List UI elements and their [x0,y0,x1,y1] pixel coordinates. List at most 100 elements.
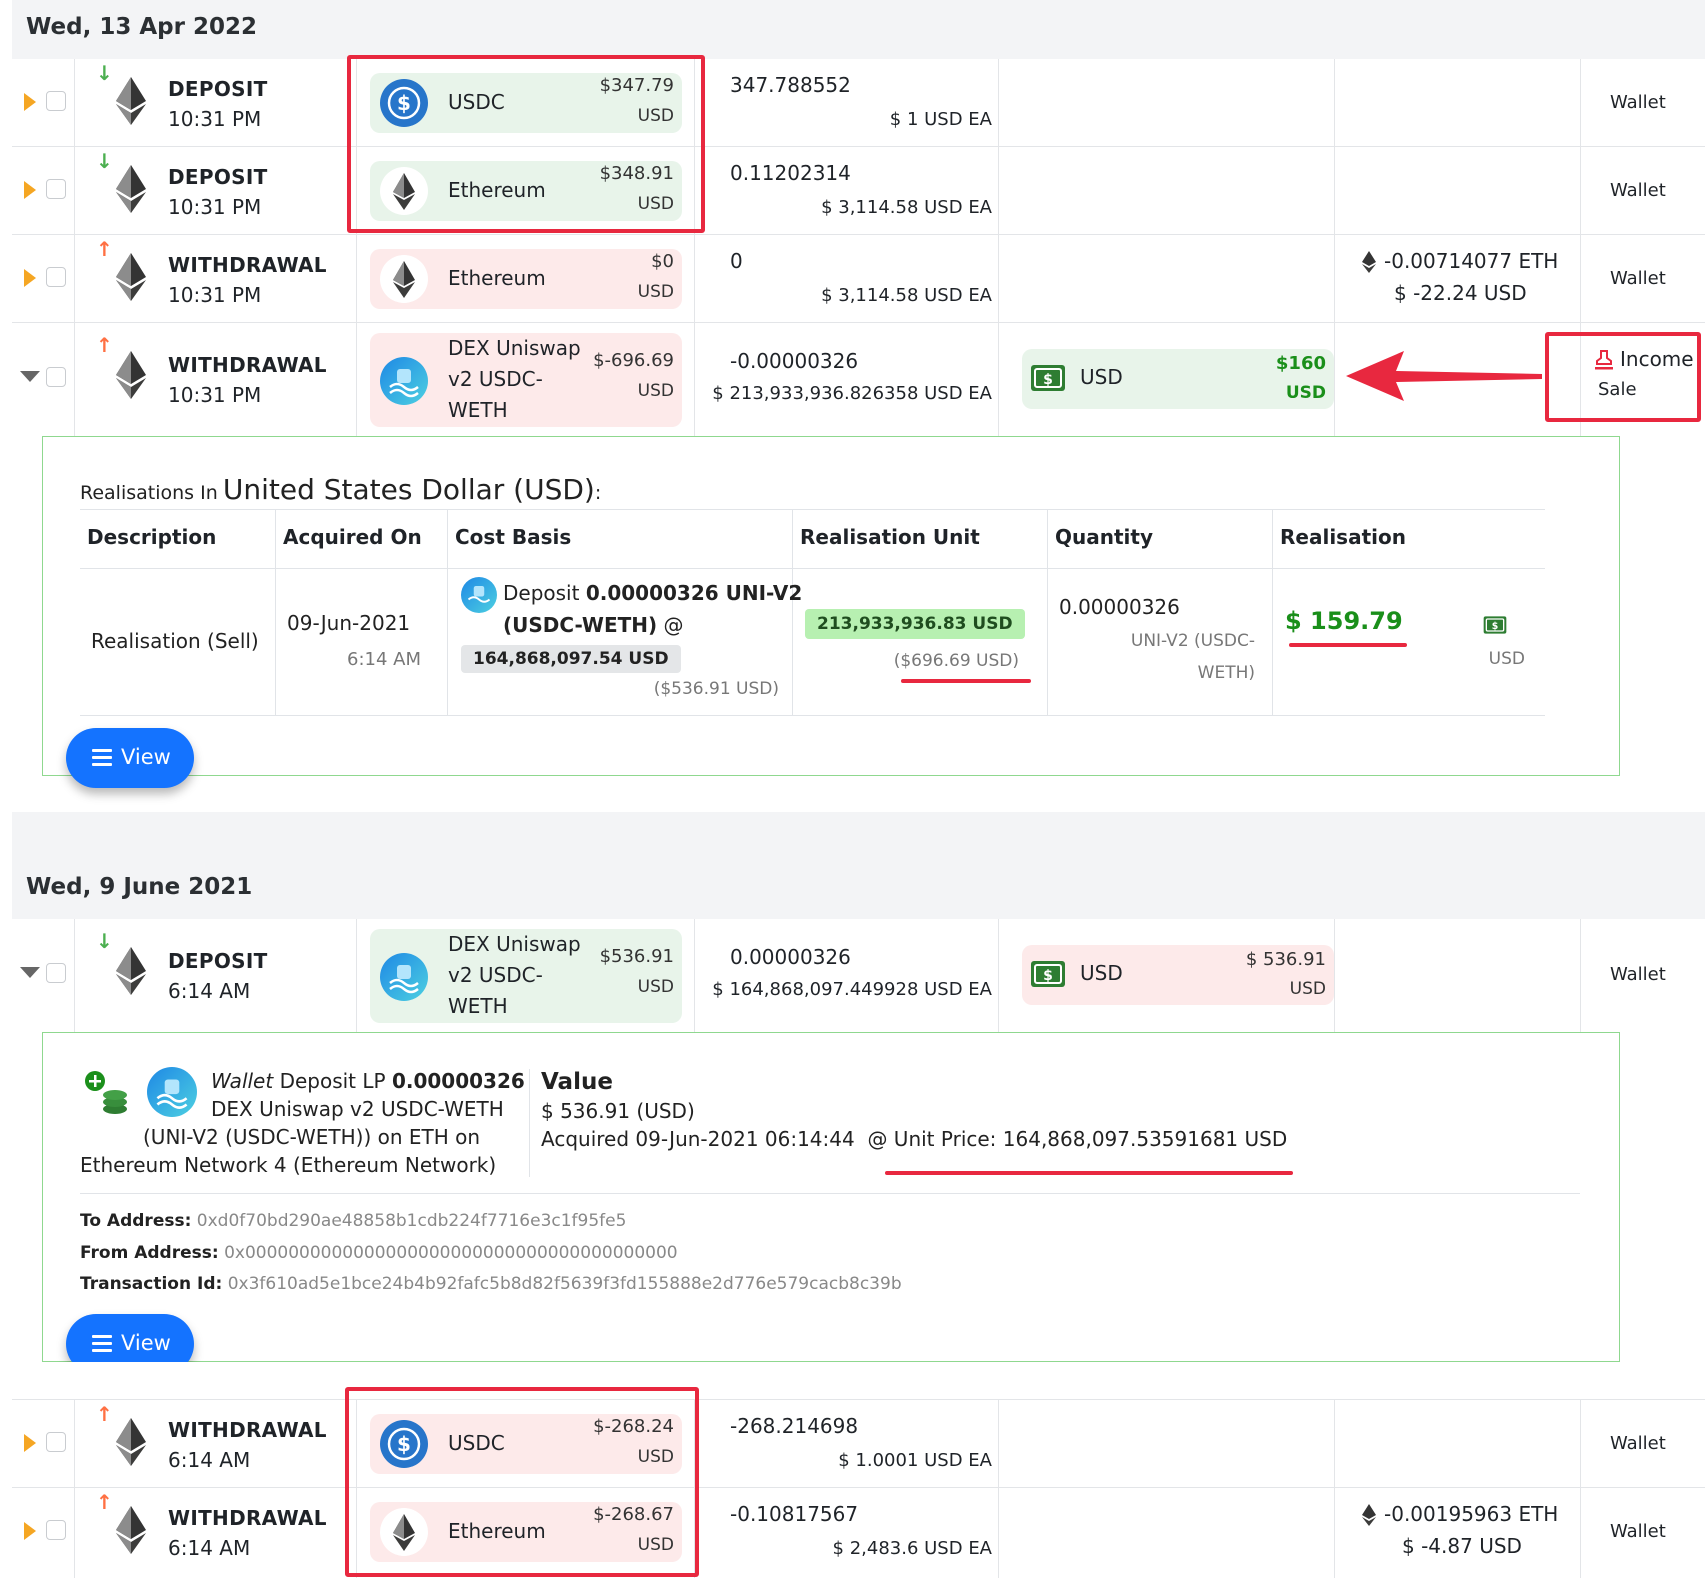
counter-asset-pill[interactable]: $ USD $ 536.91 USD [1022,945,1334,1005]
quantity-unit-line2: WETH) [1197,663,1255,683]
deposit-summary-line1: Wallet Deposit LP 0.00000326 [211,1069,525,1093]
transaction-row[interactable]: ↑ WITHDRAWAL 10:31 PM DEX Uniswap v2 USD… [12,323,1705,436]
svg-text:$: $ [1492,621,1499,632]
uniswap-lp-icon [380,953,428,1001]
coins-add-icon [85,1071,127,1114]
unit-price: $ 2,483.6 USD EA [832,1538,992,1559]
asset-pill[interactable]: DEX Uniswap v2 USDC- WETH $-696.69 USD [370,333,682,427]
unit-price: $ 3,114.58 USD EA [821,285,992,306]
cost-unit-price: 164,868,097.54 USD [461,645,681,673]
collapse-arrow-icon[interactable] [20,967,40,978]
asset-value: $536.91 [599,946,674,967]
col-realisation: Realisation [1280,525,1406,549]
transaction-row[interactable]: ↓ DEPOSIT 6:14 AM DEX Uniswap v2 USDC- W… [12,919,1705,1032]
asset-name-line1: DEX Uniswap [448,932,581,956]
ethereum-fee-icon [1362,251,1376,273]
unit-price: $ 1.0001 USD EA [838,1450,992,1471]
cost-total: ($536.91 USD) [653,679,779,699]
highlight-underline [885,1171,1293,1175]
col-cost-basis: Cost Basis [455,525,572,549]
deposit-detail-panel: Wallet Deposit LP 0.00000326 DEX Uniswap… [42,1032,1620,1362]
arrow-up-icon: ↑ [96,333,113,357]
quantity: 0.00000326 [730,945,851,969]
expand-arrow-icon[interactable] [24,181,36,199]
row-checkbox[interactable] [46,267,66,287]
expand-arrow-icon[interactable] [24,269,36,287]
expand-arrow-icon[interactable] [24,93,36,111]
asset-pill[interactable]: Ethereum $0 USD [370,249,682,309]
transaction-time: 10:31 PM [168,195,262,219]
transaction-row[interactable]: ↑ WITHDRAWAL 6:14 AM Ethereum $-268.67 U… [12,1488,1705,1578]
svg-text:$: $ [1043,372,1053,388]
arrow-down-icon: ↓ [96,929,113,953]
collapse-arrow-icon[interactable] [20,371,40,382]
ethereum-icon [116,947,146,995]
highlight-underline [901,679,1031,683]
quantity: 0 [730,249,743,273]
expand-arrow-icon[interactable] [24,1522,36,1540]
account-label: Wallet [1610,180,1666,201]
col-acquired-on: Acquired On [283,525,422,549]
group-spacer [12,812,1705,860]
transaction-row[interactable]: ↑ WITHDRAWAL 10:31 PM Ethereum $0 USD 0 … [12,235,1705,323]
asset-pill[interactable]: DEX Uniswap v2 USDC- WETH $536.91 USD [370,929,682,1023]
ethereum-icon [116,77,146,125]
fee-usd: $ -22.24 USD [1394,281,1527,305]
cost-basis-line2: (USDC-WETH) @ [503,613,684,637]
asset-name: Ethereum [448,266,546,290]
quantity: -0.10817567 [730,1502,859,1526]
dollar-bill-icon: $ [1031,961,1065,987]
quantity: -0.00000326 [730,349,859,373]
row-checkbox[interactable] [46,367,66,387]
highlight-box [345,1387,699,1577]
dollar-bill-icon: $ [1031,365,1065,391]
row-checkbox[interactable] [46,1432,66,1452]
arrow-down-icon: ↓ [96,149,113,173]
date-label: Wed, 9 June 2021 [26,874,253,900]
row-checkbox[interactable] [46,91,66,111]
arrow-down-icon: ↓ [96,61,113,85]
cost-basis-line1: Deposit 0.00000326 UNI-V2 [503,581,803,605]
asset-name-line3: WETH [448,994,508,1018]
ethereum-fee-icon [1362,1504,1376,1526]
menu-icon [92,749,112,767]
view-button[interactable]: View [66,728,194,788]
fee-eth: -0.00714077 ETH [1384,249,1559,273]
ethereum-icon [116,253,146,301]
col-realisation-unit: Realisation Unit [800,525,980,549]
row-checkbox[interactable] [46,179,66,199]
asset-value: $0 [651,251,674,272]
arrow-up-icon: ↑ [96,237,113,261]
arrow-up-icon: ↑ [96,1402,113,1426]
highlight-box [1545,332,1701,422]
account-label: Wallet [1610,268,1666,289]
counter-asset-pill[interactable]: $ USD $160 USD [1022,349,1334,409]
expand-arrow-icon[interactable] [24,1434,36,1452]
row-checkbox[interactable] [46,1520,66,1540]
transaction-time: 10:31 PM [168,283,262,307]
transaction-row[interactable]: ↓ DEPOSIT 10:31 PM Ethereum $348.91 USD … [12,147,1705,235]
unit-price: $ 213,933,936.826358 USD EA [712,383,992,404]
transaction-row[interactable]: ↓ DEPOSIT 10:31 PM $ USDC $347.79 USD 34… [12,59,1705,147]
ethereum-icon [116,1418,146,1466]
transaction-row[interactable]: ↑ WITHDRAWAL 6:14 AM $ USDC $-268.24 USD… [12,1400,1705,1488]
account-label: Wallet [1610,1521,1666,1542]
counter-asset-unit: USD [1289,979,1326,999]
realisation-panel: Realisations In United States Dollar (US… [42,436,1620,776]
transaction-time: 6:14 AM [168,1448,251,1472]
asset-unit: USD [637,381,674,401]
col-description: Description [87,525,217,549]
unit-price: $ 1 USD EA [889,109,992,130]
row-checkbox[interactable] [46,963,66,983]
asset-unit: USD [637,282,674,302]
deposit-summary-line2: DEX Uniswap v2 USDC-WETH [211,1097,504,1121]
uniswap-lp-icon [461,577,497,613]
date-label: Wed, 13 Apr 2022 [26,14,257,40]
quantity: -268.214698 [730,1414,859,1438]
transaction-type: WITHDRAWAL [168,253,327,277]
arrow-up-icon: ↑ [96,1490,113,1514]
transaction-time: 10:31 PM [168,383,262,407]
unit-price: $ 3,114.58 USD EA [821,197,992,218]
asset-name-line2: v2 USDC- [448,963,543,987]
acquired-date: 09-Jun-2021 [287,611,411,635]
